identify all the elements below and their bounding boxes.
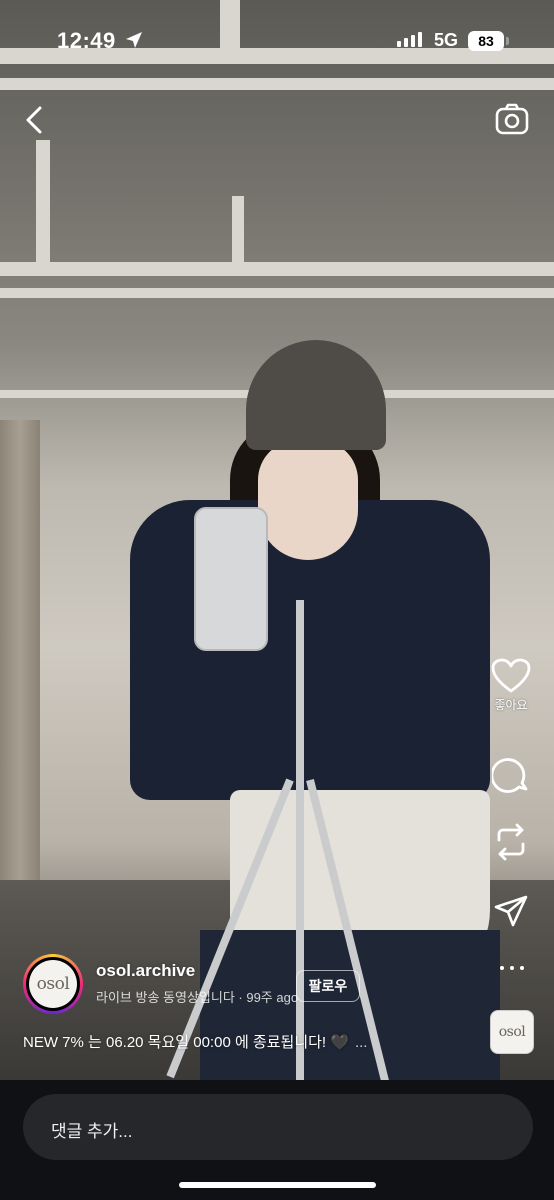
comment-placeholder: 댓글 추가... bbox=[51, 1122, 133, 1141]
camera-icon bbox=[495, 103, 529, 135]
repost-button[interactable] bbox=[486, 822, 536, 862]
signal-icon bbox=[397, 32, 422, 47]
back-button[interactable] bbox=[20, 104, 48, 136]
person-cap bbox=[246, 340, 386, 450]
avatar-logo-text: osol bbox=[36, 974, 70, 994]
ceiling-beam bbox=[0, 262, 554, 276]
avatar-border: osol bbox=[26, 957, 80, 1011]
comment-icon bbox=[492, 758, 528, 793]
avatar[interactable]: osol bbox=[23, 954, 83, 1014]
video-subtitle: 라이브 방송 동영상입니다 · 99주 ago bbox=[96, 990, 299, 1005]
video-frame[interactable] bbox=[0, 0, 554, 1080]
audio-thumbnail-button[interactable]: osol bbox=[490, 1010, 534, 1054]
audio-logo-text: osol bbox=[498, 1024, 526, 1040]
more-dots-icon[interactable] bbox=[500, 966, 524, 970]
ceiling-beam bbox=[36, 140, 50, 270]
repost-icon bbox=[497, 823, 525, 861]
caption-text: NEW 7% 는 06.20 목요일 00:00 에 종료됩니다! 🖤 bbox=[23, 1034, 349, 1051]
status-bar: 12:49 5G 83 bbox=[0, 0, 554, 80]
follow-button[interactable]: 팔로우 bbox=[296, 970, 360, 1002]
chevron-left-icon bbox=[26, 106, 42, 134]
caption-more[interactable]: ... bbox=[355, 1034, 368, 1051]
tripod-leg bbox=[296, 600, 304, 1080]
battery-tip bbox=[506, 37, 509, 45]
like-button[interactable]: 좋아요 bbox=[486, 658, 536, 713]
heart-icon bbox=[491, 658, 531, 693]
send-icon bbox=[494, 895, 528, 927]
network-type: 5G bbox=[434, 30, 459, 50]
home-indicator[interactable] bbox=[179, 1182, 376, 1188]
ceiling-beam bbox=[232, 196, 244, 276]
comment-button[interactable] bbox=[486, 756, 536, 794]
battery-icon: 83 bbox=[468, 31, 504, 51]
username-link[interactable]: osol.archive bbox=[96, 961, 195, 981]
avatar-image: osol bbox=[29, 960, 77, 1008]
ceiling-beam bbox=[0, 288, 554, 298]
camera-button[interactable] bbox=[494, 101, 530, 137]
post-caption[interactable]: NEW 7% 는 06.20 목요일 00:00 에 종료됩니다! 🖤... bbox=[23, 1031, 367, 1052]
status-time: 12:49 bbox=[57, 28, 116, 53]
smartphone-on-tripod bbox=[194, 507, 268, 651]
location-arrow-icon bbox=[126, 32, 142, 48]
curtain bbox=[0, 420, 40, 890]
comment-input[interactable]: 댓글 추가... bbox=[23, 1094, 533, 1160]
like-label: 좋아요 bbox=[494, 698, 528, 712]
reels-viewer: 12:49 5G 83 좋아요 osol osol.archive 라이브 방송… bbox=[0, 0, 554, 1200]
share-button[interactable] bbox=[486, 894, 536, 928]
person-face bbox=[258, 440, 358, 560]
